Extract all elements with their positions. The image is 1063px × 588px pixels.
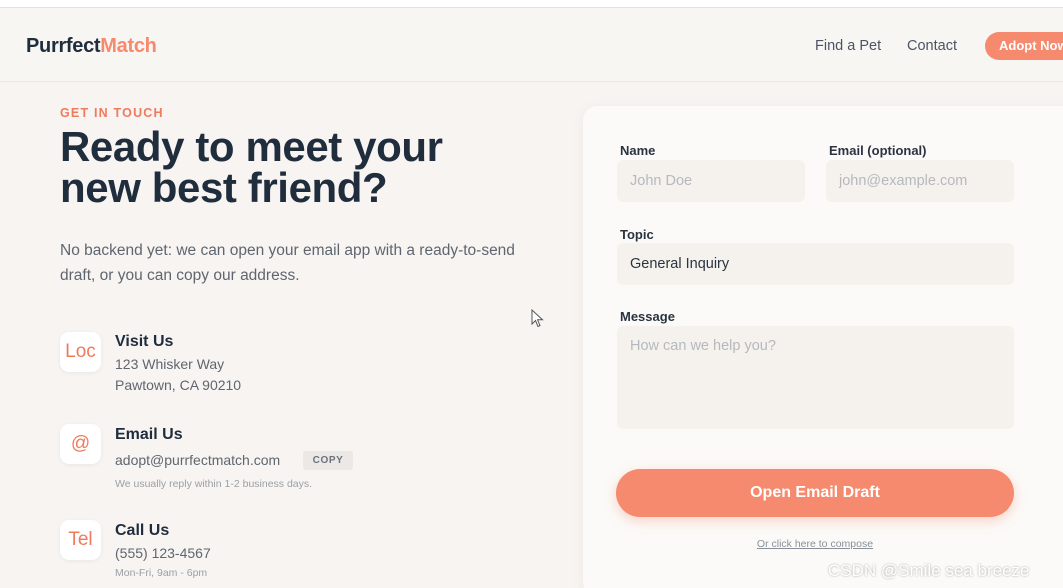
message-textarea[interactable] <box>617 326 1014 429</box>
name-input[interactable] <box>617 160 805 202</box>
browser-top-strip <box>0 0 1063 8</box>
phone-icon: Tel <box>60 520 101 560</box>
page-title: Ready to meet your new best friend? <box>60 123 560 211</box>
email-label: Email (optional) <box>829 143 927 158</box>
open-email-draft-button[interactable]: Open Email Draft <box>616 469 1014 517</box>
call-us-title: Call Us <box>115 522 170 539</box>
name-label: Name <box>620 143 656 158</box>
address-line-2: Pawtown, CA 90210 <box>115 377 242 393</box>
message-label: Message <box>620 309 675 324</box>
location-icon: Loc <box>60 332 101 372</box>
nav-find-a-pet[interactable]: Find a Pet <box>815 38 881 54</box>
page-title-line-1: Ready to meet your <box>60 123 443 170</box>
at-sign-icon: @ <box>60 424 101 464</box>
mouse-cursor-icon <box>531 309 544 328</box>
watermark: CSDN @Smile sea breeze <box>828 561 1030 580</box>
topic-label: Topic <box>620 227 654 242</box>
compose-link[interactable]: Or click here to compose <box>616 538 1014 550</box>
email-input[interactable] <box>826 160 1014 202</box>
section-eyebrow: GET IN TOUCH <box>60 106 164 120</box>
site-header: PurrfectMatch Find a Pet Contact Adopt N… <box>0 8 1063 82</box>
email-address[interactable]: adopt@purrfectmatch.com <box>115 452 280 468</box>
email-reply-note: We usually reply within 1-2 business day… <box>115 478 313 490</box>
logo-text-purrfect: Purrfect <box>26 35 101 57</box>
call-hours: Mon-Fri, 9am - 6pm <box>115 567 208 579</box>
topic-select[interactable]: General Inquiry <box>617 243 1014 285</box>
email-us-title: Email Us <box>115 426 183 443</box>
visit-us-title: Visit Us <box>115 333 174 350</box>
copy-email-button[interactable]: COPY <box>303 451 353 470</box>
page-title-line-2: new best friend? <box>60 164 388 211</box>
address-line-1: 123 Whisker Way <box>115 356 225 372</box>
intro-text: No backend yet: we can open your email a… <box>60 242 515 284</box>
adopt-now-button[interactable]: Adopt Now <box>985 32 1063 60</box>
logo-text-match: Match <box>100 35 157 57</box>
nav-contact[interactable]: Contact <box>907 38 957 54</box>
phone-number[interactable]: (555) 123-4567 <box>115 545 211 561</box>
logo[interactable]: PurrfectMatch <box>26 35 157 58</box>
